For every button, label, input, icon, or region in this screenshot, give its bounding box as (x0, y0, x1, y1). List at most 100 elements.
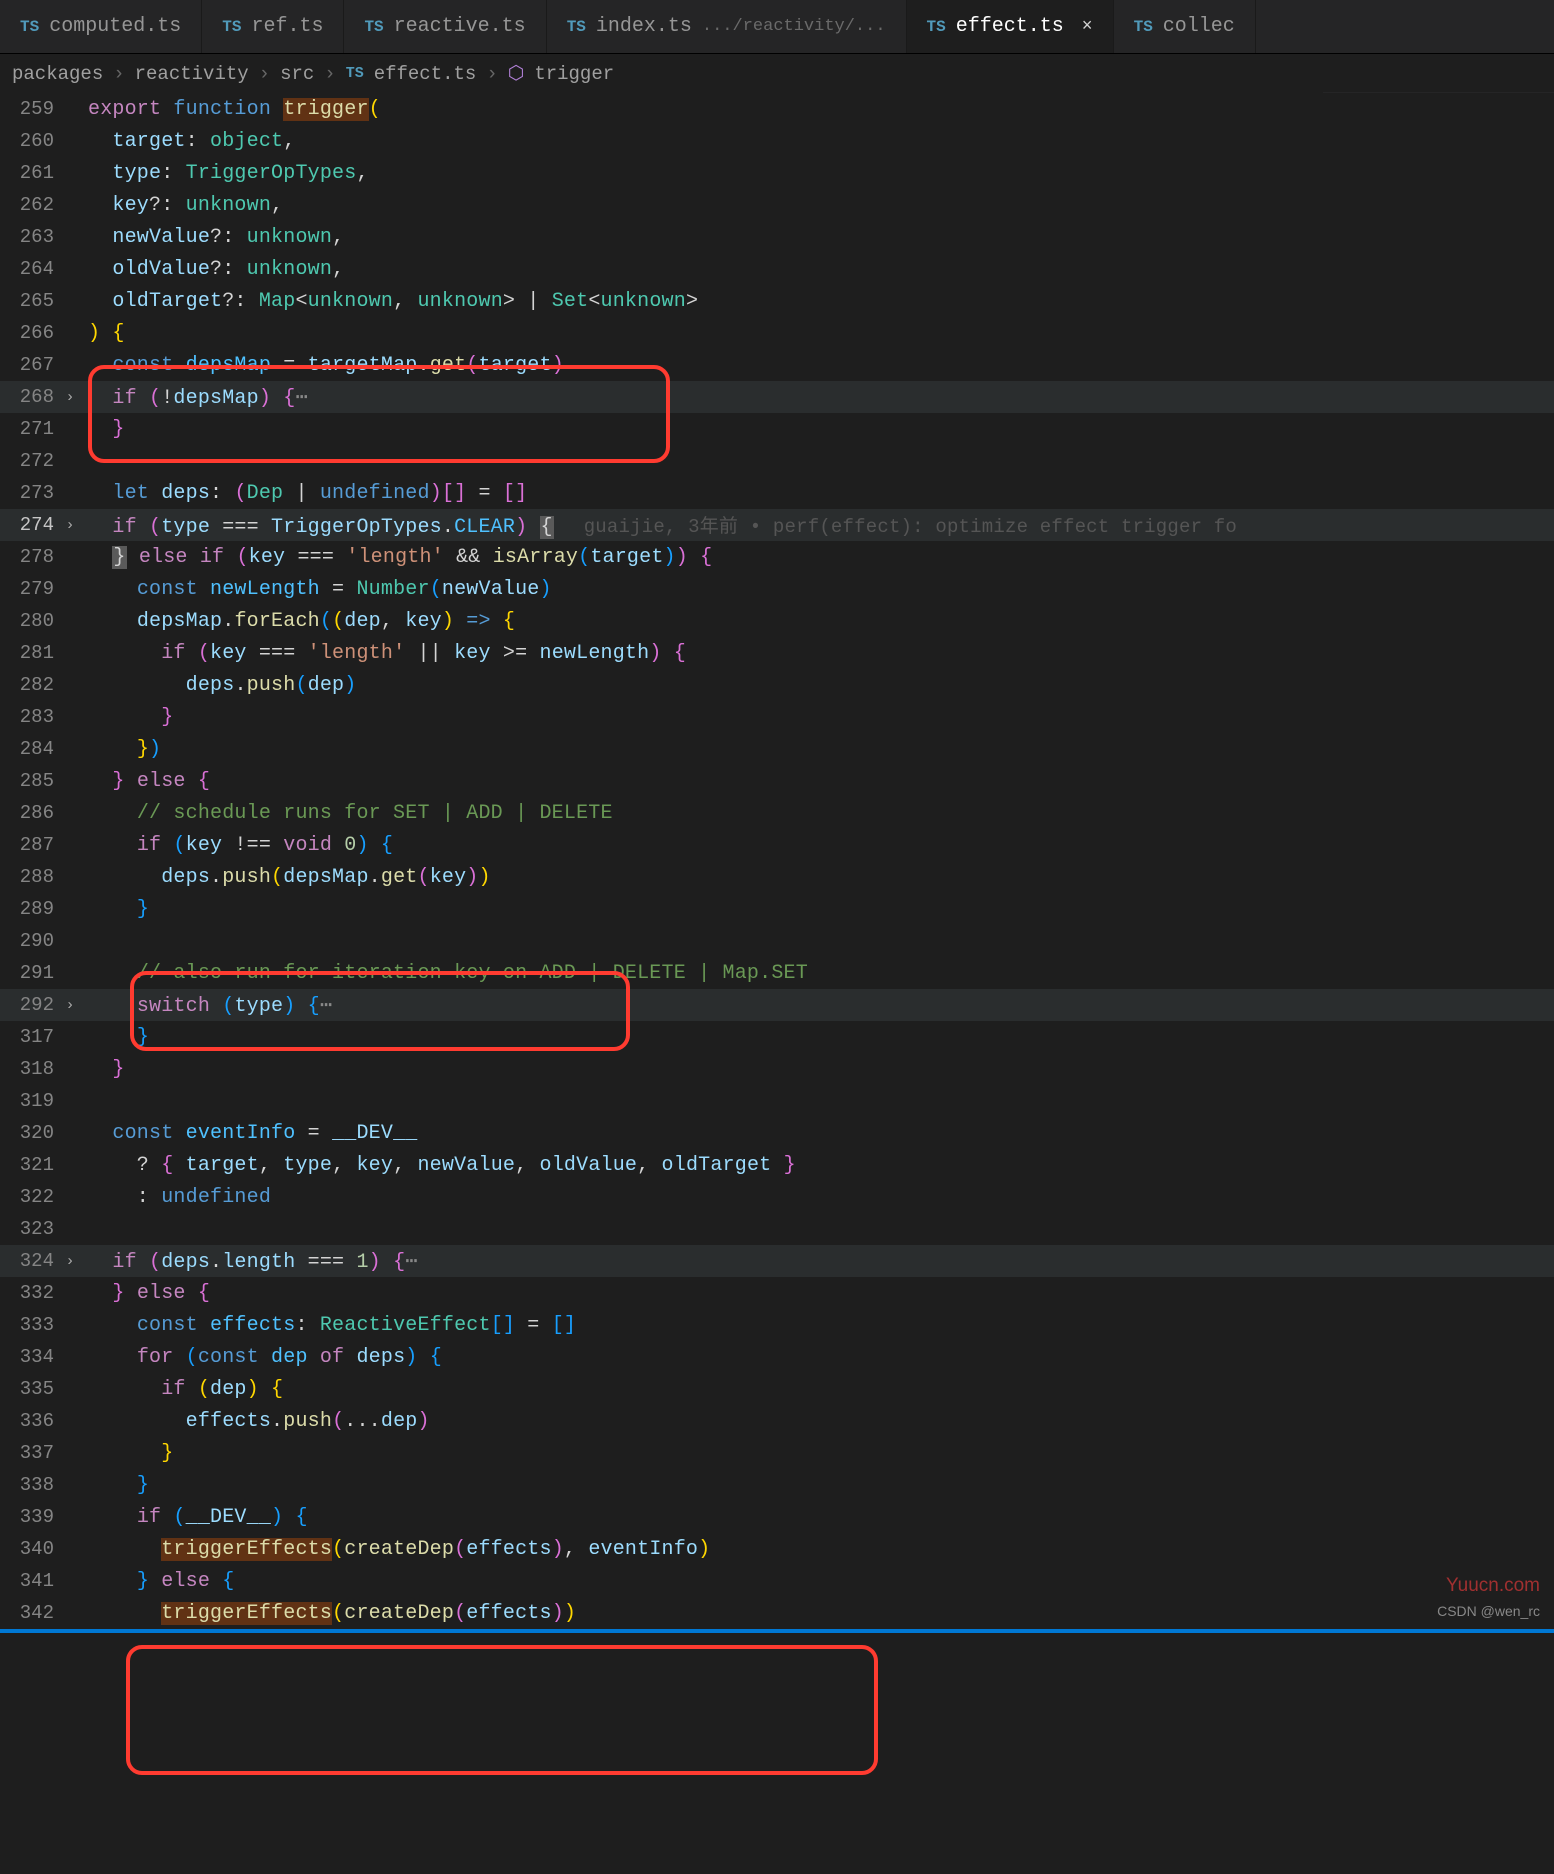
code-line[interactable]: 281 if (key === 'length' || key >= newLe… (0, 637, 1554, 669)
code-line[interactable]: 272 (0, 445, 1554, 477)
code-line[interactable]: 322 : undefined (0, 1181, 1554, 1213)
code-line[interactable]: 284 }) (0, 733, 1554, 765)
code-line[interactable]: 290 (0, 925, 1554, 957)
code-line[interactable]: 283 } (0, 701, 1554, 733)
code-line[interactable]: 336 effects.push(...dep) (0, 1405, 1554, 1437)
code-line[interactable]: 337 } (0, 1437, 1554, 1469)
chevron-right-icon: › (324, 63, 335, 85)
code-line[interactable]: 291 // also run for iteration key on ADD… (0, 957, 1554, 989)
code-line[interactable]: 273 let deps: (Dep | undefined)[] = [] (0, 477, 1554, 509)
code-line[interactable]: 286 // schedule runs for SET | ADD | DEL… (0, 797, 1554, 829)
close-icon[interactable]: × (1082, 17, 1093, 37)
code-line[interactable]: 292› switch (type) {⋯ (0, 989, 1554, 1021)
line-number: 284 (0, 738, 58, 760)
line-number: 288 (0, 866, 58, 888)
code-line[interactable]: 288 deps.push(depsMap.get(key)) (0, 861, 1554, 893)
tab-label: computed.ts (49, 15, 181, 38)
code-line[interactable]: 289 } (0, 893, 1554, 925)
line-number: 283 (0, 706, 58, 728)
code-line[interactable]: 319 (0, 1085, 1554, 1117)
line-number: 292 (0, 994, 58, 1016)
line-number: 341 (0, 1570, 58, 1592)
tab-label: collec (1163, 15, 1235, 38)
code-line[interactable]: 268› if (!depsMap) {⋯ (0, 381, 1554, 413)
line-number: 286 (0, 802, 58, 824)
tab-bar: TScomputed.ts TSref.ts TSreactive.ts TSi… (0, 0, 1554, 54)
code-line[interactable]: 259export function trigger( (0, 93, 1554, 125)
fold-icon[interactable]: › (58, 1253, 82, 1270)
line-number: 319 (0, 1090, 58, 1112)
line-number: 333 (0, 1314, 58, 1336)
ts-icon: TS (222, 18, 241, 36)
line-number: 266 (0, 322, 58, 344)
editor[interactable]: 259export function trigger( 260 target: … (0, 93, 1554, 1629)
code-line[interactable]: 264 oldValue?: unknown, (0, 253, 1554, 285)
fold-icon[interactable]: › (58, 517, 82, 534)
line-number: 322 (0, 1186, 58, 1208)
line-number: 321 (0, 1154, 58, 1176)
code-line[interactable]: 317 } (0, 1021, 1554, 1053)
breadcrumb-file[interactable]: effect.ts (374, 63, 477, 85)
line-number: 342 (0, 1602, 58, 1624)
code-line[interactable]: 265 oldTarget?: Map<unknown, unknown> | … (0, 285, 1554, 317)
code-line[interactable]: 266) { (0, 317, 1554, 349)
code-line[interactable]: 260 target: object, (0, 125, 1554, 157)
code-line[interactable]: 261 type: TriggerOpTypes, (0, 157, 1554, 189)
breadcrumb-item[interactable]: src (280, 63, 314, 85)
code-line[interactable]: 280 depsMap.forEach((dep, key) => { (0, 605, 1554, 637)
code-line[interactable]: 278 } else if (key === 'length' && isArr… (0, 541, 1554, 573)
tab-label: index.ts (596, 15, 692, 38)
line-number: 318 (0, 1058, 58, 1080)
line-number: 338 (0, 1474, 58, 1496)
status-bar[interactable] (0, 1629, 1554, 1633)
fold-icon[interactable]: › (58, 997, 82, 1014)
annotation-box (126, 1645, 878, 1775)
tab-index[interactable]: TS index.ts .../reactivity/... (547, 0, 907, 53)
tab-collec[interactable]: TScollec (1114, 0, 1256, 53)
breadcrumb[interactable]: packages› reactivity› src› TSeffect.ts› … (0, 54, 1554, 93)
code-line[interactable]: 279 const newLength = Number(newValue) (0, 573, 1554, 605)
code-line[interactable]: 321 ? { target, type, key, newValue, old… (0, 1149, 1554, 1181)
line-number: 332 (0, 1282, 58, 1304)
tab-label: reactive.ts (394, 15, 526, 38)
breadcrumb-item[interactable]: reactivity (135, 63, 249, 85)
code-line[interactable]: 333 const effects: ReactiveEffect[] = [] (0, 1309, 1554, 1341)
line-number: 260 (0, 130, 58, 152)
line-number: 278 (0, 546, 58, 568)
breadcrumb-item[interactable]: packages (12, 63, 103, 85)
code-line[interactable]: 339 if (__DEV__) { (0, 1501, 1554, 1533)
code-line[interactable]: 338 } (0, 1469, 1554, 1501)
line-number: 324 (0, 1250, 58, 1272)
code-line[interactable]: 262 key?: unknown, (0, 189, 1554, 221)
tab-effect[interactable]: TSeffect.ts× (907, 0, 1114, 53)
tab-ref[interactable]: TSref.ts (202, 0, 344, 53)
code-line[interactable]: 285 } else { (0, 765, 1554, 797)
code-line[interactable]: 267 const depsMap = targetMap.get(target… (0, 349, 1554, 381)
code-line[interactable]: 274› if (type === TriggerOpTypes.CLEAR) … (0, 509, 1554, 541)
tab-computed[interactable]: TScomputed.ts (0, 0, 202, 53)
code-line[interactable]: 332 } else { (0, 1277, 1554, 1309)
code-line[interactable]: 335 if (dep) { (0, 1373, 1554, 1405)
code-line[interactable]: 287 if (key !== void 0) { (0, 829, 1554, 861)
code-line[interactable]: 340 triggerEffects(createDep(effects), e… (0, 1533, 1554, 1565)
code-line[interactable]: 318 } (0, 1053, 1554, 1085)
code-line[interactable]: 271 } (0, 413, 1554, 445)
function-icon: ⬡ (508, 62, 525, 85)
code-line[interactable]: 323 (0, 1213, 1554, 1245)
code-line[interactable]: 324› if (deps.length === 1) {⋯ (0, 1245, 1554, 1277)
code-line[interactable]: 320 const eventInfo = __DEV__ (0, 1117, 1554, 1149)
code-line[interactable]: 334 for (const dep of deps) { (0, 1341, 1554, 1373)
code-line[interactable]: 342 triggerEffects(createDep(effects)) (0, 1597, 1554, 1629)
tab-reactive[interactable]: TS reactive.ts (344, 0, 546, 53)
tab-label: effect.ts (956, 15, 1064, 38)
ts-icon: TS (364, 18, 383, 36)
tab-path: .../reactivity/... (702, 17, 886, 36)
ts-icon: TS (567, 18, 586, 36)
code-line[interactable]: 341 } else { (0, 1565, 1554, 1597)
line-number: 259 (0, 98, 58, 120)
line-number: 263 (0, 226, 58, 248)
fold-icon[interactable]: › (58, 389, 82, 406)
code-line[interactable]: 282 deps.push(dep) (0, 669, 1554, 701)
code-line[interactable]: 263 newValue?: unknown, (0, 221, 1554, 253)
breadcrumb-symbol[interactable]: trigger (534, 63, 614, 85)
